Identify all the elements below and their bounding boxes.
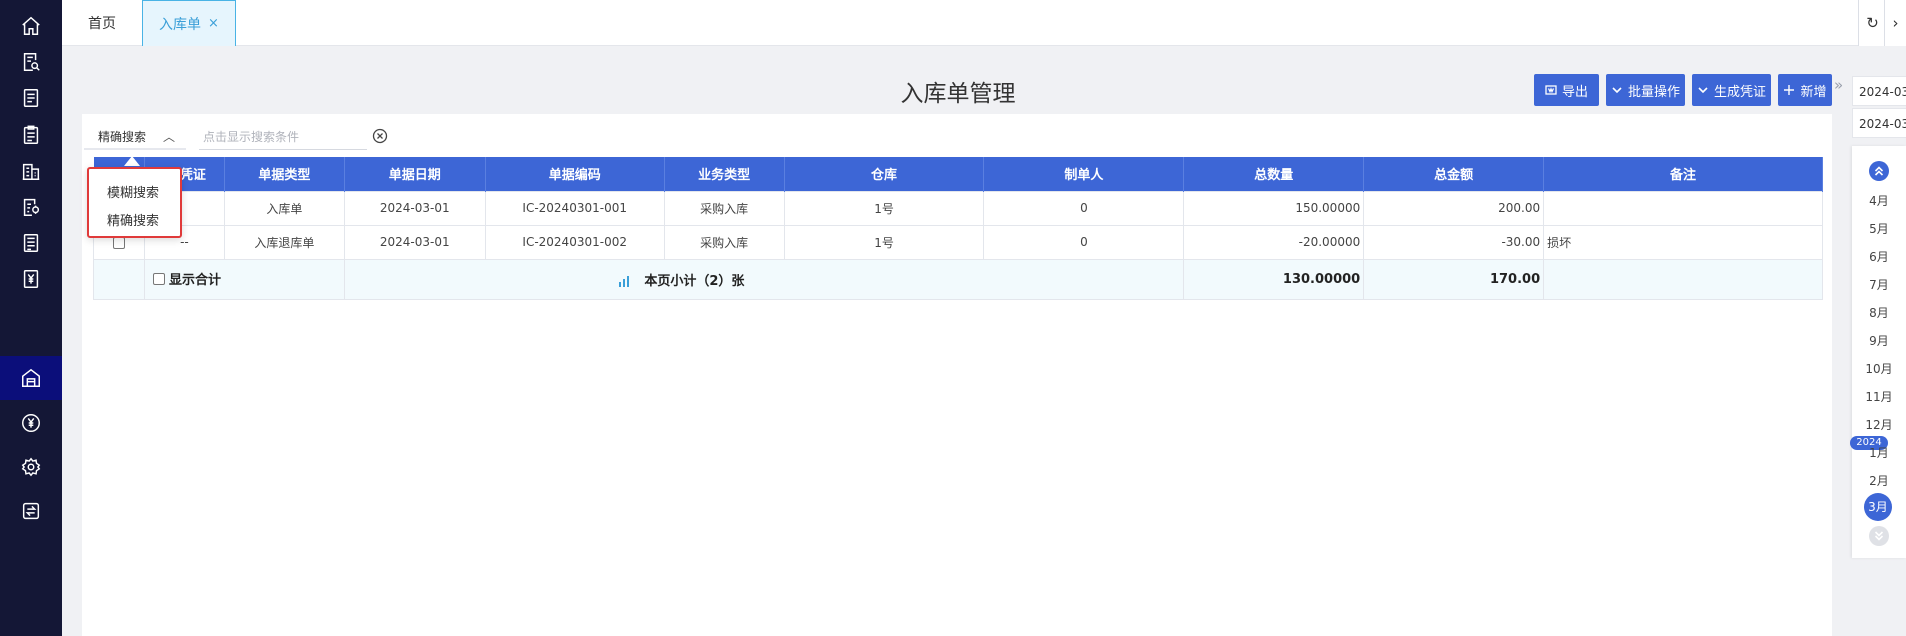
tab-home-label: 首页 [88, 16, 116, 32]
table-row[interactable]: 入库单 2024-03-01 IC-20240301-001 采购入库 1号 0… [93, 190, 1823, 226]
exact-search-option[interactable]: 精确搜索 [107, 210, 159, 229]
date-end-field[interactable]: 2024-03 [1852, 108, 1906, 138]
month-item[interactable]: 2月 [1852, 472, 1906, 489]
cell-warehouse: 1号 [783, 224, 985, 260]
cell-biz-type: 采购入库 [663, 190, 785, 226]
transfer-icon[interactable] [0, 489, 62, 533]
sidebar [0, 0, 62, 636]
total-empty-cell [93, 258, 145, 300]
yen-document-icon[interactable] [0, 257, 62, 301]
fuzzy-search-option[interactable]: 模糊搜索 [107, 182, 159, 201]
add-button[interactable]: 新增 [1778, 74, 1832, 106]
tab-inbound-order[interactable]: 入库单 × [142, 0, 236, 46]
double-chevron-right-icon[interactable]: » [1834, 76, 1843, 94]
cell-creator: 0 [983, 190, 1185, 226]
show-total-toggle[interactable]: 显示合计 [152, 269, 221, 289]
subtotal-label: 本页小计（2）张 [644, 273, 745, 289]
cell-remark: 损坏 [1543, 224, 1823, 260]
show-total-cell: 显示合计 [143, 258, 345, 300]
plus-icon [1784, 85, 1795, 95]
total-amount: 170.00 [1363, 258, 1545, 300]
batch-operation-label: 批量操作 [1627, 84, 1680, 100]
search-mode-select[interactable]: 精确搜索 ︿ [84, 124, 186, 150]
generate-voucher-label: 生成凭证 [1713, 84, 1766, 100]
total-remark-cell [1543, 258, 1823, 300]
table-total-row: 显示合计 本页小计（2）张 130.00000 170.00 [93, 258, 1823, 300]
row-checkbox[interactable] [112, 236, 125, 249]
batch-operation-button[interactable]: 批量操作 [1606, 74, 1685, 106]
export-label: 导出 [1561, 84, 1588, 100]
month-item[interactable]: 11月 [1852, 388, 1906, 405]
cell-code[interactable]: IC-20240301-002 [484, 224, 665, 260]
generate-voucher-button[interactable]: 生成凭证 [1692, 74, 1771, 106]
dropdown-arrow [124, 156, 140, 166]
search-mode-dropdown: 模糊搜索 精确搜索 [87, 167, 182, 238]
column-header-doc-type[interactable]: 单据类型 [224, 157, 345, 191]
cell-date: 2024-03-01 [343, 224, 486, 260]
gear-icon[interactable] [0, 445, 62, 489]
column-header-date[interactable]: 单据日期 [344, 157, 486, 191]
month-item[interactable]: 10月 [1852, 360, 1906, 377]
cell-qty: -20.00000 [1183, 224, 1365, 260]
column-header-warehouse[interactable]: 仓库 [784, 157, 985, 191]
chevron-down-icon [1698, 87, 1708, 94]
cell-amount: 200.00 [1363, 190, 1545, 226]
month-item[interactable]: 1月 [1852, 444, 1906, 461]
warehouse-icon[interactable] [0, 356, 62, 400]
cell-biz-type: 采购入库 [663, 224, 785, 260]
double-chevron-up-icon[interactable] [1869, 161, 1889, 181]
export-icon [1545, 85, 1557, 95]
table-row[interactable]: -- 入库退库单 2024-03-01 IC-20240301-002 采购入库… [93, 224, 1823, 260]
export-button[interactable]: 导出 [1534, 74, 1599, 106]
close-icon[interactable]: × [208, 16, 219, 31]
subtotal-cell: 本页小计（2）张 [343, 258, 1185, 300]
inbound-order-table: 凭证 单据类型 单据日期 单据编码 业务类型 仓库 制单人 总数量 总金额 备注… [93, 157, 1823, 300]
tab-bar: 首页 入库单 × ↻ › [62, 0, 1906, 46]
month-item[interactable]: 12月 [1852, 416, 1906, 433]
cell-date: 2024-03-01 [343, 190, 486, 226]
column-header-remark[interactable]: 备注 [1543, 157, 1823, 191]
chevron-up-icon: ︿ [163, 129, 176, 144]
chevron-right-icon[interactable]: › [1884, 0, 1906, 46]
date-start-field[interactable]: 2024-03 [1852, 76, 1906, 106]
cell-warehouse: 1号 [783, 190, 985, 226]
month-item[interactable]: 7月 [1852, 276, 1906, 293]
month-item-selected[interactable]: 3月 [1864, 493, 1892, 521]
yen-circle-icon[interactable] [0, 401, 62, 445]
cell-doc-type: 入库单 [223, 190, 345, 226]
month-item[interactable]: 8月 [1852, 304, 1906, 321]
show-total-label: 显示合计 [168, 273, 221, 289]
column-header-code[interactable]: 单据编码 [485, 157, 665, 191]
page-title: 入库单管理 [900, 81, 1016, 107]
clear-icon[interactable] [372, 128, 388, 144]
tab-home[interactable]: 首页 [62, 0, 142, 46]
table-header-row: 凭证 单据类型 单据日期 单据编码 业务类型 仓库 制单人 总数量 总金额 备注 [93, 157, 1823, 191]
cell-remark [1543, 190, 1823, 226]
column-header-qty[interactable]: 总数量 [1183, 157, 1365, 191]
month-item[interactable]: 9月 [1852, 332, 1906, 349]
month-item[interactable]: 5月 [1852, 220, 1906, 237]
month-item[interactable]: 6月 [1852, 248, 1906, 265]
column-header-amount[interactable]: 总金额 [1363, 157, 1545, 191]
cell-doc-type: 入库退库单 [223, 224, 345, 260]
bar-chart-icon [618, 276, 629, 287]
cell-amount: -30.00 [1363, 224, 1545, 260]
refresh-icon[interactable]: ↻ [1858, 0, 1886, 46]
column-header-biz-type[interactable]: 业务类型 [664, 157, 785, 191]
column-header-creator[interactable]: 制单人 [983, 157, 1185, 191]
search-mode-label: 精确搜索 [98, 129, 147, 144]
cell-creator: 0 [983, 224, 1185, 260]
search-input[interactable] [199, 124, 367, 150]
cell-code[interactable]: IC-20240301-001 [484, 190, 665, 226]
month-item[interactable]: 4月 [1852, 192, 1906, 209]
cell-qty: 150.00000 [1183, 190, 1365, 226]
double-chevron-down-icon[interactable] [1869, 526, 1889, 546]
show-total-checkbox[interactable] [152, 272, 165, 285]
chevron-down-icon [1612, 87, 1622, 94]
tab-active-label: 入库单 [159, 16, 202, 33]
add-label: 新增 [1800, 84, 1827, 100]
total-qty: 130.00000 [1183, 258, 1365, 300]
